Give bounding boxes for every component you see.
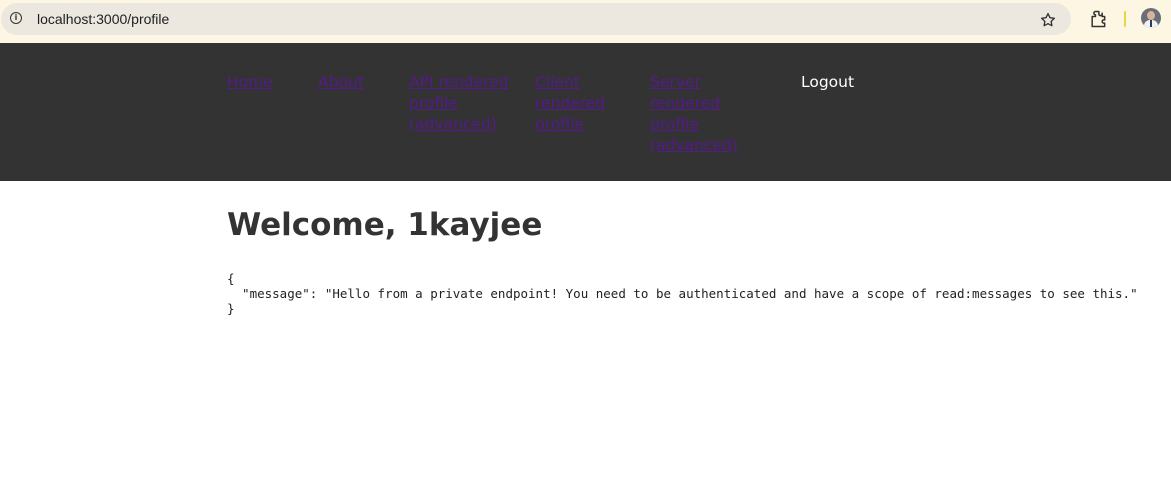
nav-link-home[interactable]: Home xyxy=(227,72,297,93)
extensions-icon[interactable] xyxy=(1088,9,1108,29)
logout-button[interactable]: Logout xyxy=(801,72,854,93)
nav-link-client-rendered-profile[interactable]: Client rendered profile xyxy=(535,72,625,135)
site-nav: Home About API rendered profile (advance… xyxy=(0,43,1171,181)
nav-link-server-rendered-profile[interactable]: Server rendered profile (advanced) xyxy=(650,72,750,156)
json-output: { "message": "Hello from a private endpo… xyxy=(227,271,1138,316)
profile-avatar[interactable] xyxy=(1141,8,1161,28)
json-close-brace: } xyxy=(227,301,235,316)
json-open-brace: { xyxy=(227,271,235,286)
avatar-tie xyxy=(1150,20,1152,27)
url-text[interactable]: localhost:3000/profile xyxy=(37,11,169,27)
site-info-icon[interactable]: i xyxy=(10,12,22,24)
nav-link-about[interactable]: About xyxy=(318,72,388,93)
star-icon[interactable] xyxy=(1039,11,1057,29)
address-bar[interactable]: i localhost:3000/profile xyxy=(1,3,1071,35)
toolbar-divider xyxy=(1124,11,1126,27)
browser-toolbar: i localhost:3000/profile xyxy=(0,0,1171,43)
page-title: Welcome, 1kayjee xyxy=(227,207,543,243)
nav-link-api-rendered-profile[interactable]: API rendered profile (advanced) xyxy=(409,72,519,135)
json-message-line: "message": "Hello from a private endpoin… xyxy=(227,286,1138,301)
avatar-face xyxy=(1147,11,1155,20)
